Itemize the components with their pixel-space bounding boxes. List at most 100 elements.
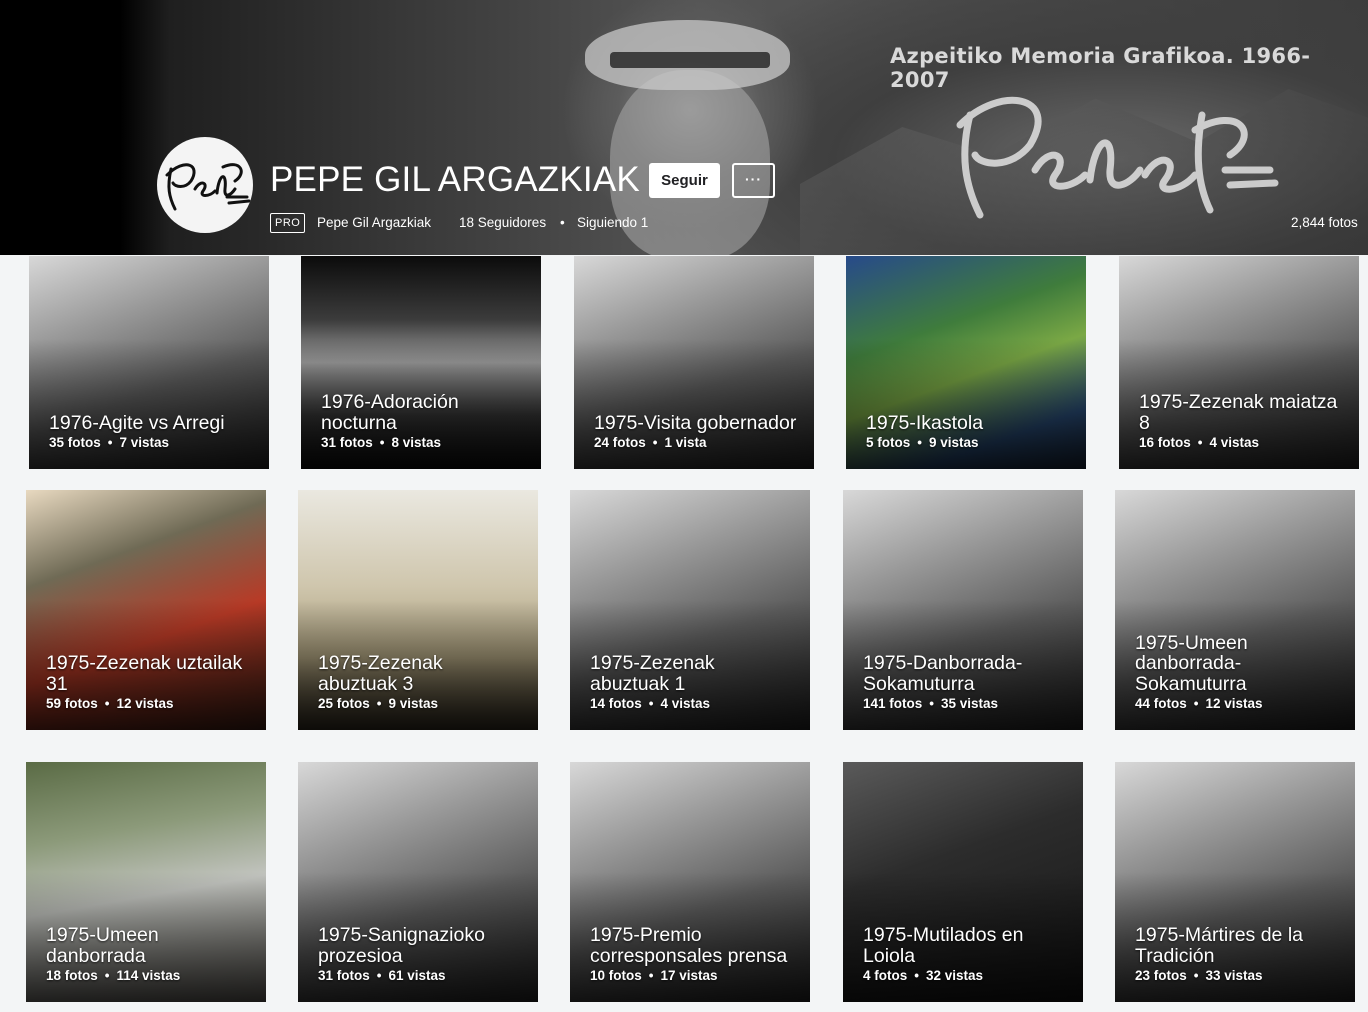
stats-separator: • xyxy=(104,696,110,711)
album-photo-count: 35 fotos xyxy=(49,435,101,450)
album-photo-count: 23 fotos xyxy=(1135,968,1187,983)
album-card[interactable]: 1975-Mártires de la Tradición 23 fotos • 3… xyxy=(1115,762,1355,1002)
album-label: 1975-Sanignazioko prozesioa 31 fotos • 61 … xyxy=(318,925,526,983)
album-label: 1975-Mártires de la Tradición 23 fotos • 3… xyxy=(1135,925,1343,983)
album-stats: 31 fotos • 61 vistas xyxy=(318,968,526,983)
album-stats: 14 fotos • 4 vistas xyxy=(590,696,798,711)
album-stats: 44 fotos • 12 vistas xyxy=(1135,696,1343,711)
album-title: 1976-Adoración nocturna xyxy=(321,391,459,434)
stats-separator: • xyxy=(648,696,654,711)
follow-button[interactable]: Seguir xyxy=(649,163,720,198)
album-title: 1975-Ikastola xyxy=(866,411,984,434)
album-card[interactable]: 1975-Mutilados en Loiola 4 fotos • 32 vist… xyxy=(843,762,1083,1002)
avatar-signature-icon xyxy=(165,163,251,211)
avatar[interactable] xyxy=(157,137,253,233)
meta-separator: • xyxy=(560,215,565,230)
album-photo-count: 24 fotos xyxy=(594,435,646,450)
following-link[interactable]: Siguiendo 1 xyxy=(577,215,648,230)
album-label: 1975-Visita gobernador 24 fotos • 1 vista xyxy=(594,411,802,450)
album-card[interactable]: 1975-Ikastola 5 fotos • 9 vistas xyxy=(846,256,1086,469)
photo-count: 2,844 fotos xyxy=(1291,215,1358,230)
album-label: 1975-Ikastola 5 fotos • 9 vistas xyxy=(866,411,1074,450)
stats-separator: • xyxy=(1193,968,1199,983)
album-title: 1975-Sanignazioko prozesioa xyxy=(318,924,485,967)
album-card[interactable]: 1975-Umeen danborrada-Sokamuturra 44 fot… xyxy=(1115,490,1355,730)
album-view-count: 12 vistas xyxy=(116,696,174,711)
album-photo-count: 4 fotos xyxy=(863,968,908,983)
album-stats: 5 fotos • 9 vistas xyxy=(866,435,1074,450)
album-title: 1975-Zezenak uztailak 31 xyxy=(46,652,243,695)
owner-name-link[interactable]: Pepe Gil Argazkiak xyxy=(317,215,431,230)
album-card[interactable]: 1976-Adoración nocturna 31 fotos • 8 vista… xyxy=(301,256,541,469)
album-photo-count: 25 fotos xyxy=(318,696,370,711)
album-view-count: 7 vistas xyxy=(119,435,170,450)
album-view-count: 8 vistas xyxy=(391,435,442,450)
stats-separator: • xyxy=(648,968,654,983)
album-card[interactable]: 1975-Zezenak abuztuak 1 14 fotos • 4 vista… xyxy=(570,490,810,730)
album-stats: 23 fotos • 33 vistas xyxy=(1135,968,1343,983)
album-title: 1975-Danborrada-Sokamuturra xyxy=(863,652,1023,695)
stats-separator: • xyxy=(917,435,922,450)
ellipsis-icon: ··· xyxy=(745,170,762,187)
album-title: 1975-Zezenak abuztuak 1 xyxy=(590,652,715,695)
followers-link[interactable]: 18 Seguidores xyxy=(459,215,546,230)
album-label: 1975-Umeen danborrada 18 fotos • 114 vista… xyxy=(46,925,254,983)
album-photo-count: 31 fotos xyxy=(318,968,370,983)
album-card[interactable]: 1975-Umeen danborrada 18 fotos • 114 vista… xyxy=(26,762,266,1002)
album-card[interactable]: 1976-Agite vs Arregi 35 fotos • 7 vistas xyxy=(29,256,269,469)
album-photo-count: 31 fotos xyxy=(321,435,373,450)
album-card[interactable]: 1975-Premio corresponsales prensa 10 fot… xyxy=(570,762,810,1002)
album-view-count: 4 vistas xyxy=(660,696,711,711)
stats-separator: • xyxy=(1197,435,1203,450)
stats-separator: • xyxy=(379,435,385,450)
album-label: 1976-Agite vs Arregi 35 fotos • 7 vistas xyxy=(49,411,257,450)
cover-hat-band xyxy=(610,52,770,68)
album-label: 1975-Zezenak abuztuak 1 14 fotos • 4 vista… xyxy=(590,653,798,711)
more-options-button[interactable]: ··· xyxy=(732,163,775,198)
album-title: 1976-Agite vs Arregi xyxy=(49,411,225,434)
stats-separator: • xyxy=(376,696,382,711)
album-title: 1975-Premio corresponsales prensa xyxy=(590,924,788,967)
pro-badge: PRO xyxy=(270,213,306,233)
stats-separator: • xyxy=(929,696,935,711)
album-card[interactable]: 1975-Sanignazioko prozesioa 31 fotos • 61 … xyxy=(298,762,538,1002)
album-label: 1975-Umeen danborrada-Sokamuturra 44 fot… xyxy=(1135,632,1343,711)
album-view-count: 1 vista xyxy=(664,435,707,450)
album-stats: 59 fotos • 12 vistas xyxy=(46,696,254,711)
album-card[interactable]: 1975-Danborrada-Sokamuturra 141 fotos • 35… xyxy=(843,490,1083,730)
album-stats: 18 fotos • 114 vistas xyxy=(46,968,254,983)
album-label: 1975-Zezenak uztailak 31 59 fotos • 12 vis… xyxy=(46,653,254,711)
album-photo-count: 59 fotos xyxy=(46,696,98,711)
stats-separator: • xyxy=(652,435,658,450)
album-label: 1976-Adoración nocturna 31 fotos • 8 vista… xyxy=(321,392,529,450)
album-stats: 10 fotos • 17 vistas xyxy=(590,968,798,983)
album-photo-count: 5 fotos xyxy=(866,435,911,450)
album-stats: 35 fotos • 7 vistas xyxy=(49,435,257,450)
stats-separator: • xyxy=(914,968,919,983)
album-label: 1975-Premio corresponsales prensa 10 fot… xyxy=(590,925,798,983)
album-photo-count: 10 fotos xyxy=(590,968,642,983)
album-view-count: 9 vistas xyxy=(929,435,979,450)
album-card[interactable]: 1975-Zezenak abuztuak 3 25 fotos • 9 vista… xyxy=(298,490,538,730)
album-title: 1975-Mártires de la Tradición xyxy=(1135,924,1303,967)
album-card[interactable]: 1975-Zezenak uztailak 31 59 fotos • 12 vis… xyxy=(26,490,266,730)
album-stats: 141 fotos • 35 vistas xyxy=(863,696,1071,711)
album-photo-count: 44 fotos xyxy=(1135,696,1187,711)
album-stats: 4 fotos • 32 vistas xyxy=(863,968,1071,983)
album-title: 1975-Zezenak abuztuak 3 xyxy=(318,652,443,695)
album-card[interactable]: 1975-Visita gobernador 24 fotos • 1 vista xyxy=(574,256,814,469)
album-card[interactable]: 1975-Zezenak maiatza 8 16 fotos • 4 vistas xyxy=(1119,256,1359,469)
album-label: 1975-Zezenak maiatza 8 16 fotos • 4 vistas xyxy=(1139,392,1347,450)
stats-separator: • xyxy=(107,435,113,450)
album-photo-count: 16 fotos xyxy=(1139,435,1191,450)
album-title: 1975-Umeen danborrada xyxy=(46,924,159,967)
album-title: 1975-Visita gobernador xyxy=(594,411,797,434)
album-stats: 25 fotos • 9 vistas xyxy=(318,696,526,711)
album-view-count: 17 vistas xyxy=(660,968,718,983)
stats-separator: • xyxy=(376,968,382,983)
album-view-count: 33 vistas xyxy=(1205,968,1263,983)
signature-logo xyxy=(956,96,1279,219)
album-view-count: 35 vistas xyxy=(941,696,999,711)
album-label: 1975-Zezenak abuztuak 3 25 fotos • 9 vista… xyxy=(318,653,526,711)
album-photo-count: 18 fotos xyxy=(46,968,98,983)
